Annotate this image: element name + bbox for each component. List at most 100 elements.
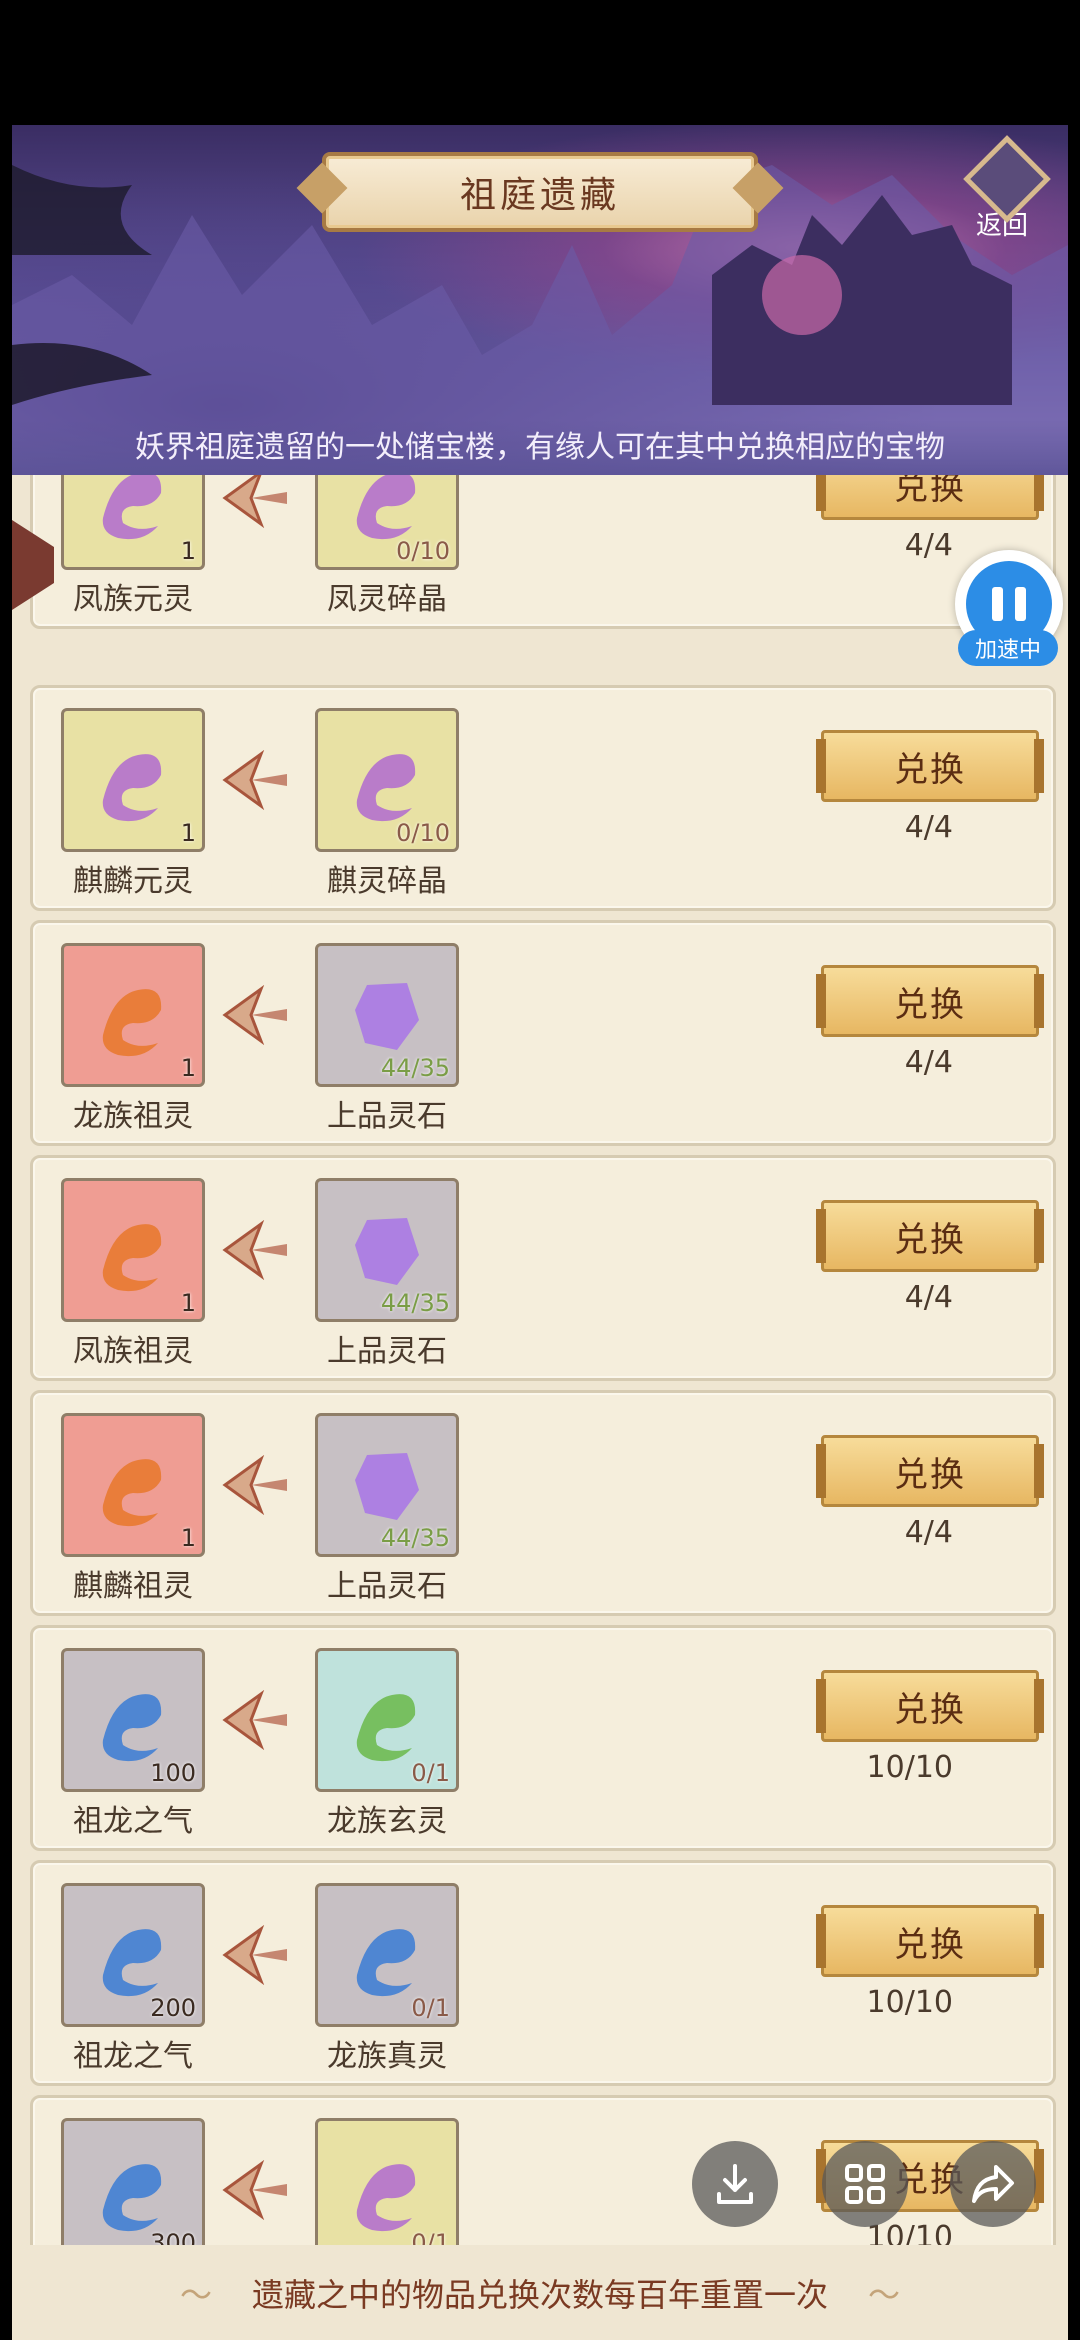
page-title: 祖庭遗藏 [322,152,758,232]
cost-item-slot[interactable]: 0/1 [315,1648,459,1792]
reward-item-name: 凤族元灵 [73,582,193,617]
exchange-button[interactable]: 兑换 [816,1435,1044,1507]
cost-item-count: 44/35 [380,1289,450,1317]
reward-item-name: 龙族祖灵 [73,1099,193,1134]
reward-item-count: 300 [150,2229,196,2245]
exchange-remaining: 4/4 [904,1280,953,1315]
reward-item-icon [102,475,162,540]
exchange-button[interactable]: 兑换 [816,1200,1044,1272]
exchange-button[interactable]: 兑换 [816,1905,1044,1977]
pause-icon [992,587,1026,621]
reward-item-slot[interactable]: 1 [61,1178,205,1322]
exchange-row: 1 凤族祖灵 44/35 上品灵石 兑换 4/4 [30,1155,1056,1381]
reward-item-count: 1 [180,1524,196,1552]
exchange-button[interactable]: 兑换 [816,475,1044,520]
cost-item-slot[interactable]: 0/1 [315,2118,459,2245]
cost-item-count: 44/35 [380,1524,450,1552]
arrow-left-icon [222,1455,287,1515]
download-icon [717,2164,753,2204]
reward-item-slot[interactable]: 100 [61,1648,205,1792]
exchange-row: 100 祖龙之气 0/1 龙族玄灵 兑换 10/10 [30,1625,1056,1851]
reward-item-count: 200 [150,1994,196,2022]
reward-item-slot[interactable]: 1 [61,1413,205,1557]
reward-item-name: 祖龙之气 [73,1804,193,1839]
exchange-remaining: 4/4 [904,1515,953,1550]
reward-item-name: 凤族祖灵 [73,1334,193,1369]
cost-item-count: 0/1 [411,1759,450,1787]
cost-item-icon [355,1453,419,1520]
reward-item-slot[interactable]: 1 [61,943,205,1087]
reward-item-slot[interactable]: 1 [61,475,205,570]
cost-item-slot[interactable]: 44/35 [315,1413,459,1557]
reward-item-name: 麒麟元灵 [73,864,193,899]
cost-item-count: 44/35 [380,1054,450,1082]
speed-up-label: 加速中 [958,630,1058,666]
arrow-left-icon [222,1220,287,1280]
reward-item-name: 祖龙之气 [73,2039,193,2074]
menu-grid-button[interactable] [822,2141,908,2227]
arrow-left-icon [222,2160,287,2220]
reward-item-icon [102,1459,162,1527]
reward-item-count: 1 [180,1054,196,1082]
exchange-remaining: 10/10 [866,1750,953,1785]
arrow-left-icon [222,1925,287,1985]
arrow-left-icon [222,1690,287,1750]
cost-item-name: 龙族玄灵 [327,1804,447,1839]
exchange-remaining: 4/4 [904,528,953,563]
cost-item-slot[interactable]: 0/10 [315,475,459,570]
reward-item-count: 1 [180,537,196,565]
back-button[interactable]: 返回 [952,135,1052,242]
exchange-row: 1 麒麟元灵 0/10 麒灵碎晶 兑换 4/4 [30,685,1056,911]
share-button[interactable] [950,2141,1036,2227]
cost-item-icon [355,1218,419,1285]
exchange-remaining: 4/4 [904,810,953,845]
cost-item-count: 0/10 [396,537,450,565]
cost-item-slot[interactable]: 44/35 [315,943,459,1087]
cost-item-slot[interactable]: 44/35 [315,1178,459,1322]
download-button[interactable] [692,2141,778,2227]
reward-item-icon [102,754,162,822]
footer-note-text: 遗藏之中的物品兑换次数每百年重置一次 [251,2275,828,2314]
footer-note: 遗藏之中的物品兑换次数每百年重置一次 [12,2245,1068,2340]
cost-item-name: 凤灵碎晶 [327,582,447,617]
cost-item-slot[interactable]: 0/1 [315,1883,459,2027]
exchange-row: 1 凤族元灵 0/10 凤灵碎晶 兑换 4/4 [30,475,1056,629]
reward-item-count: 100 [150,1759,196,1787]
cost-item-icon [356,2164,416,2232]
cost-item-name: 上品灵石 [327,1099,447,1134]
arrow-left-icon [222,985,287,1045]
exchange-button[interactable]: 兑换 [816,730,1044,802]
share-icon [972,2165,1014,2203]
exchange-row: 1 龙族祖灵 44/35 上品灵石 兑换 4/4 [30,920,1056,1146]
page-subtitle: 妖界祖庭遗留的一处储宝楼，有缘人可在其中兑换相应的宝物 [12,420,1068,475]
cost-item-name: 上品灵石 [327,1569,447,1604]
reward-item-slot[interactable]: 200 [61,1883,205,2027]
cost-item-icon [356,754,416,822]
reward-item-slot[interactable]: 1 [61,708,205,852]
cost-item-count: 0/10 [396,819,450,847]
cost-item-name: 龙族真灵 [327,2039,447,2074]
cost-item-slot[interactable]: 0/10 [315,708,459,852]
reward-item-slot[interactable]: 300 [61,2118,205,2245]
exchange-row: 200 祖龙之气 0/1 龙族真灵 兑换 10/10 [30,1860,1056,2086]
cost-item-name: 麒灵碎晶 [327,864,447,899]
grid-icon [845,2164,885,2204]
cost-item-name: 上品灵石 [327,1334,447,1369]
reward-item-count: 1 [180,819,196,847]
reward-item-icon [102,1929,162,1997]
exchange-list[interactable]: 1 凤族元灵 0/10 凤灵碎晶 兑换 4/4 1 麒麟元灵 0/10 麒灵碎晶 兑换 4/4 1 龙族祖… [12,475,1068,2245]
exchange-button[interactable]: 兑换 [816,965,1044,1037]
arrow-left-icon [222,475,287,528]
reward-item-icon [102,1224,162,1292]
status-bar [0,0,1080,125]
cost-item-icon [355,983,419,1050]
reward-item-icon [102,1694,162,1762]
exchange-remaining: 4/4 [904,1045,953,1080]
cost-item-count: 0/1 [411,1994,450,2022]
exchange-remaining: 10/10 [866,1985,953,2020]
exchange-button[interactable]: 兑换 [816,1670,1044,1742]
cost-item-icon [356,1694,416,1762]
cost-item-count: 0/1 [411,2229,450,2245]
cost-item-icon [356,1929,416,1997]
reward-item-icon [102,989,162,1057]
